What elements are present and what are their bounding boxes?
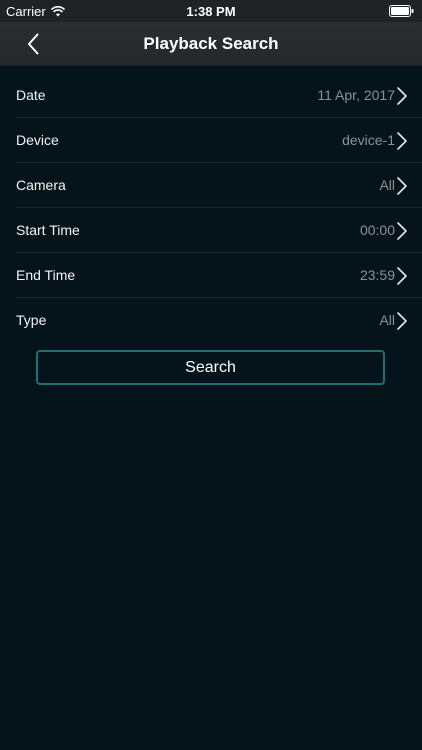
screen: Carrier 1:38 PM Playback Search Date 11 … [0,0,422,750]
chevron-right-icon [397,222,407,240]
row-value: All [379,312,395,328]
search-button[interactable]: Search [36,350,385,385]
row-date[interactable]: Date 11 Apr, 2017 [16,73,422,118]
row-camera[interactable]: Camera All [16,163,422,208]
row-label: Device [16,132,59,148]
chevron-right-icon [397,132,407,150]
status-time: 1:38 PM [186,4,236,19]
battery-icon [389,5,414,17]
row-value: 23:59 [359,267,395,283]
chevron-right-icon [397,177,407,195]
row-value: device-1 [342,132,395,148]
row-label: End Time [16,267,76,283]
row-start-time[interactable]: Start Time 00:00 [16,208,422,253]
row-label: Start Time [16,222,80,238]
page-title: Playback Search [143,34,279,53]
row-value: All [379,177,395,193]
chevron-right-icon [397,312,407,330]
nav-bar: Playback Search [0,22,422,66]
row-value: 00:00 [359,222,395,238]
row-value: 11 Apr, 2017 [317,87,395,103]
row-label: Type [16,312,47,328]
row-device[interactable]: Device device-1 [16,118,422,163]
chevron-right-icon [397,87,407,105]
row-label: Date [16,87,46,103]
row-type[interactable]: Type All [16,298,422,343]
chevron-right-icon [397,267,407,285]
row-end-time[interactable]: End Time 23:59 [16,253,422,298]
status-bar: Carrier 1:38 PM [0,0,422,22]
row-label: Camera [16,177,66,193]
search-criteria-list: Date 11 Apr, 2017 Device device-1 Camera… [0,73,422,343]
